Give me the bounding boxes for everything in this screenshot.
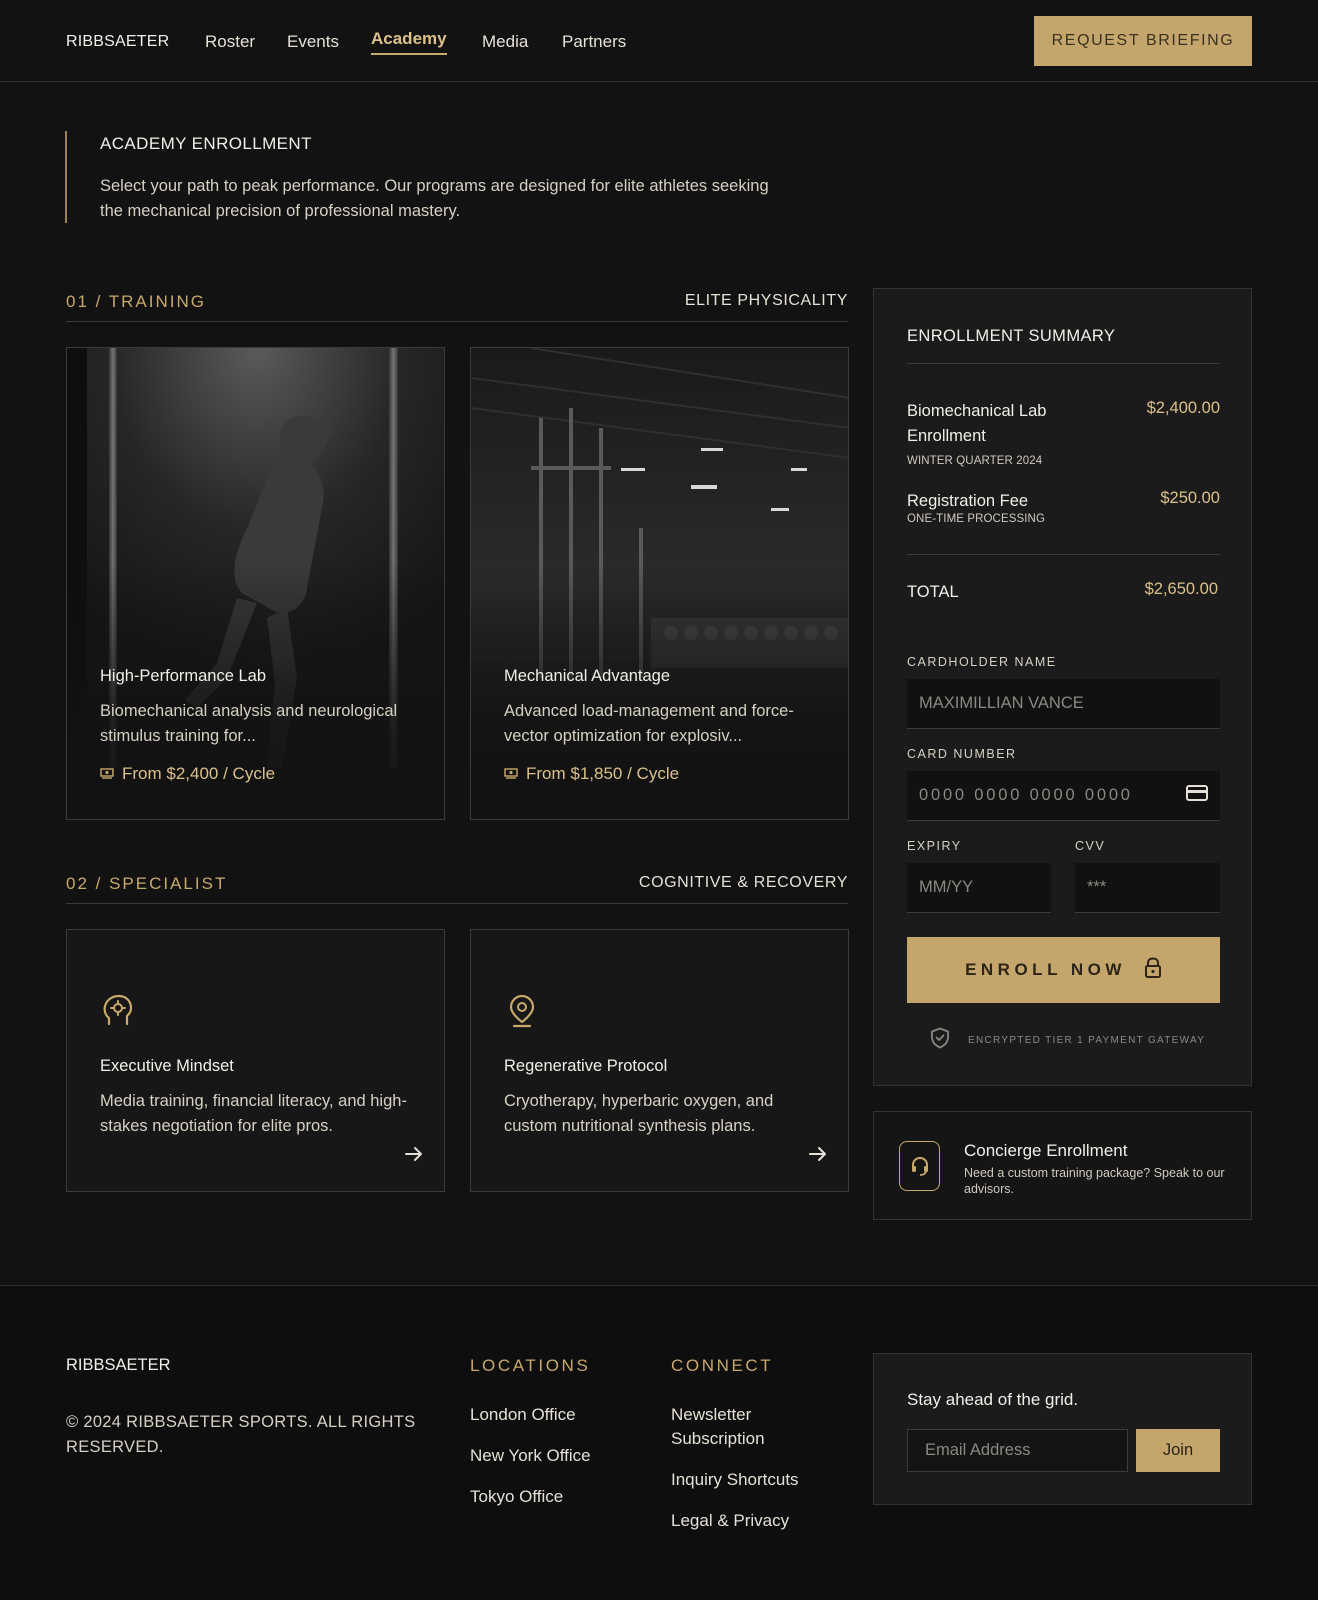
concierge-description: Need a custom training package? Speak to… bbox=[964, 1166, 1225, 1196]
card-title: High-Performance Lab bbox=[100, 667, 266, 685]
footer-logo[interactable]: RIBBSAETER bbox=[66, 1356, 171, 1375]
arrow-right-icon[interactable] bbox=[809, 1146, 827, 1167]
card-description: Media training, financial literacy, and … bbox=[100, 1092, 407, 1135]
cvv-label: CVV bbox=[1075, 839, 1106, 853]
section-divider bbox=[66, 321, 848, 322]
summary-divider bbox=[907, 363, 1220, 364]
location-pin-icon bbox=[509, 994, 535, 1033]
card-price: From $1,850 / Cycle bbox=[504, 764, 679, 784]
footer-link-tokyo[interactable]: Tokyo Office bbox=[470, 1485, 563, 1509]
card-title: Mechanical Advantage bbox=[504, 667, 671, 685]
connect-heading: CONNECT bbox=[671, 1356, 774, 1375]
program-card-mechanical-advantage[interactable]: Mechanical Advantage Advanced load-manag… bbox=[470, 347, 849, 820]
newsletter-box: Stay ahead of the grid. Email Address Jo… bbox=[873, 1353, 1252, 1505]
concierge-title: Concierge Enrollment bbox=[964, 1141, 1128, 1160]
email-input[interactable]: Email Address bbox=[907, 1429, 1128, 1472]
intro-description: Select your path to peak performance. Ou… bbox=[100, 177, 769, 220]
cardholder-name-input[interactable]: MAXIMILLIAN VANCE bbox=[907, 679, 1220, 729]
card-description: Advanced load-management and force-vecto… bbox=[504, 702, 794, 745]
specialist-card-executive-mindset[interactable]: Executive Mindset Media training, financ… bbox=[66, 929, 445, 1192]
enroll-label: ENROLL NOW bbox=[965, 960, 1126, 979]
card-title: Executive Mindset bbox=[100, 1057, 234, 1075]
program-card-high-performance-lab[interactable]: High-Performance Lab Biomechanical analy… bbox=[66, 347, 445, 820]
summary-divider bbox=[907, 554, 1220, 555]
copyright-text: © 2024 RIBBSAETER SPORTS. ALL RIGHTS RES… bbox=[66, 1413, 416, 1456]
line-item-sub: ONE-TIME PROCESSING bbox=[907, 513, 1045, 525]
headset-icon bbox=[899, 1141, 940, 1191]
total-label: TOTAL bbox=[907, 583, 959, 601]
top-navigation-bar: RIBBSAETER Roster Events Academy Media P… bbox=[0, 0, 1318, 82]
lock-icon bbox=[1144, 956, 1162, 984]
newsletter-title: Stay ahead of the grid. bbox=[907, 1390, 1079, 1409]
mind-gear-icon bbox=[103, 994, 133, 1033]
expiry-placeholder: MM/YY bbox=[919, 878, 974, 896]
intro-accent-bar bbox=[65, 131, 67, 223]
nav-roster[interactable]: Roster bbox=[205, 32, 255, 52]
cardholder-label: CARDHOLDER NAME bbox=[907, 655, 1057, 669]
section-divider bbox=[66, 903, 848, 904]
card-description: Biomechanical analysis and neurological … bbox=[100, 702, 398, 745]
cvv-placeholder: *** bbox=[1087, 878, 1107, 896]
line-item-price: $2,400.00 bbox=[1146, 399, 1220, 417]
credit-card-icon bbox=[1186, 785, 1208, 806]
nav-partners[interactable]: Partners bbox=[562, 32, 626, 52]
cash-icon bbox=[504, 764, 518, 784]
line-item-sub: WINTER QUARTER 2024 bbox=[907, 455, 1043, 467]
line-item-price: $250.00 bbox=[1160, 489, 1220, 507]
line-item-label: Registration Fee bbox=[907, 492, 1029, 510]
footer-link-new-york[interactable]: New York Office bbox=[470, 1444, 591, 1468]
gym-photo bbox=[471, 348, 848, 819]
secure-notice: ENCRYPTED TIER 1 PAYMENT GATEWAY bbox=[930, 1027, 1205, 1054]
concierge-enrollment-card[interactable]: Concierge Enrollment Need a custom train… bbox=[873, 1111, 1252, 1220]
card-description: Cryotherapy, hyperbaric oxygen, and cust… bbox=[504, 1092, 774, 1135]
arrow-right-icon[interactable] bbox=[405, 1146, 423, 1167]
card-number-input[interactable]: 0000 0000 0000 0000 bbox=[907, 771, 1220, 821]
specialist-card-regenerative-protocol[interactable]: Regenerative Protocol Cryotherapy, hyper… bbox=[470, 929, 849, 1192]
footer-link-inquiry[interactable]: Inquiry Shortcuts bbox=[671, 1468, 799, 1492]
locations-heading: LOCATIONS bbox=[470, 1356, 591, 1375]
summary-title: ENROLLMENT SUMMARY bbox=[907, 327, 1116, 345]
footer-link-newsletter[interactable]: Newsletter Subscription bbox=[671, 1403, 801, 1451]
cvv-input[interactable]: *** bbox=[1075, 863, 1220, 913]
shield-check-icon bbox=[930, 1027, 950, 1054]
brand-logo[interactable]: RIBBSAETER bbox=[66, 33, 169, 51]
join-button[interactable]: Join bbox=[1136, 1429, 1220, 1472]
specialist-section-subtitle: COGNITIVE & RECOVERY bbox=[638, 874, 848, 891]
card-title: Regenerative Protocol bbox=[504, 1057, 668, 1075]
enroll-now-button[interactable]: ENROLL NOW bbox=[907, 937, 1220, 1003]
request-briefing-button[interactable]: REQUEST BRIEFING bbox=[1034, 16, 1252, 66]
line-item-label: Biomechanical Lab Enrollment bbox=[907, 402, 1047, 445]
training-section-title: 01 / TRAINING bbox=[66, 292, 206, 311]
price-text: From $2,400 / Cycle bbox=[122, 764, 276, 783]
footer-link-legal[interactable]: Legal & Privacy bbox=[671, 1509, 789, 1533]
footer-link-london[interactable]: London Office bbox=[470, 1403, 576, 1427]
athlete-photo bbox=[67, 348, 444, 819]
expiry-input[interactable]: MM/YY bbox=[907, 863, 1051, 913]
secure-text: ENCRYPTED TIER 1 PAYMENT GATEWAY bbox=[968, 1035, 1206, 1046]
enrollment-summary-panel: ENROLLMENT SUMMARY Biomechanical Lab Enr… bbox=[873, 288, 1252, 1086]
training-section-subtitle: ELITE PHYSICALITY bbox=[684, 292, 848, 309]
cash-icon bbox=[100, 764, 114, 784]
email-placeholder: Email Address bbox=[925, 1441, 1031, 1459]
cardholder-placeholder: MAXIMILLIAN VANCE bbox=[919, 694, 1084, 712]
card-number-placeholder: 0000 0000 0000 0000 bbox=[919, 786, 1133, 804]
expiry-label: EXPIRY bbox=[907, 839, 962, 853]
nav-events[interactable]: Events bbox=[287, 32, 339, 52]
card-price: From $2,400 / Cycle bbox=[100, 764, 275, 784]
total-value: $2,650.00 bbox=[1144, 580, 1218, 598]
page-title: ACADEMY ENROLLMENT bbox=[100, 134, 312, 153]
nav-academy[interactable]: Academy bbox=[371, 29, 447, 55]
price-text: From $1,850 / Cycle bbox=[526, 764, 680, 783]
specialist-section-title: 02 / SPECIALIST bbox=[66, 874, 228, 893]
nav-media[interactable]: Media bbox=[482, 32, 528, 52]
card-number-label: CARD NUMBER bbox=[907, 747, 1017, 761]
